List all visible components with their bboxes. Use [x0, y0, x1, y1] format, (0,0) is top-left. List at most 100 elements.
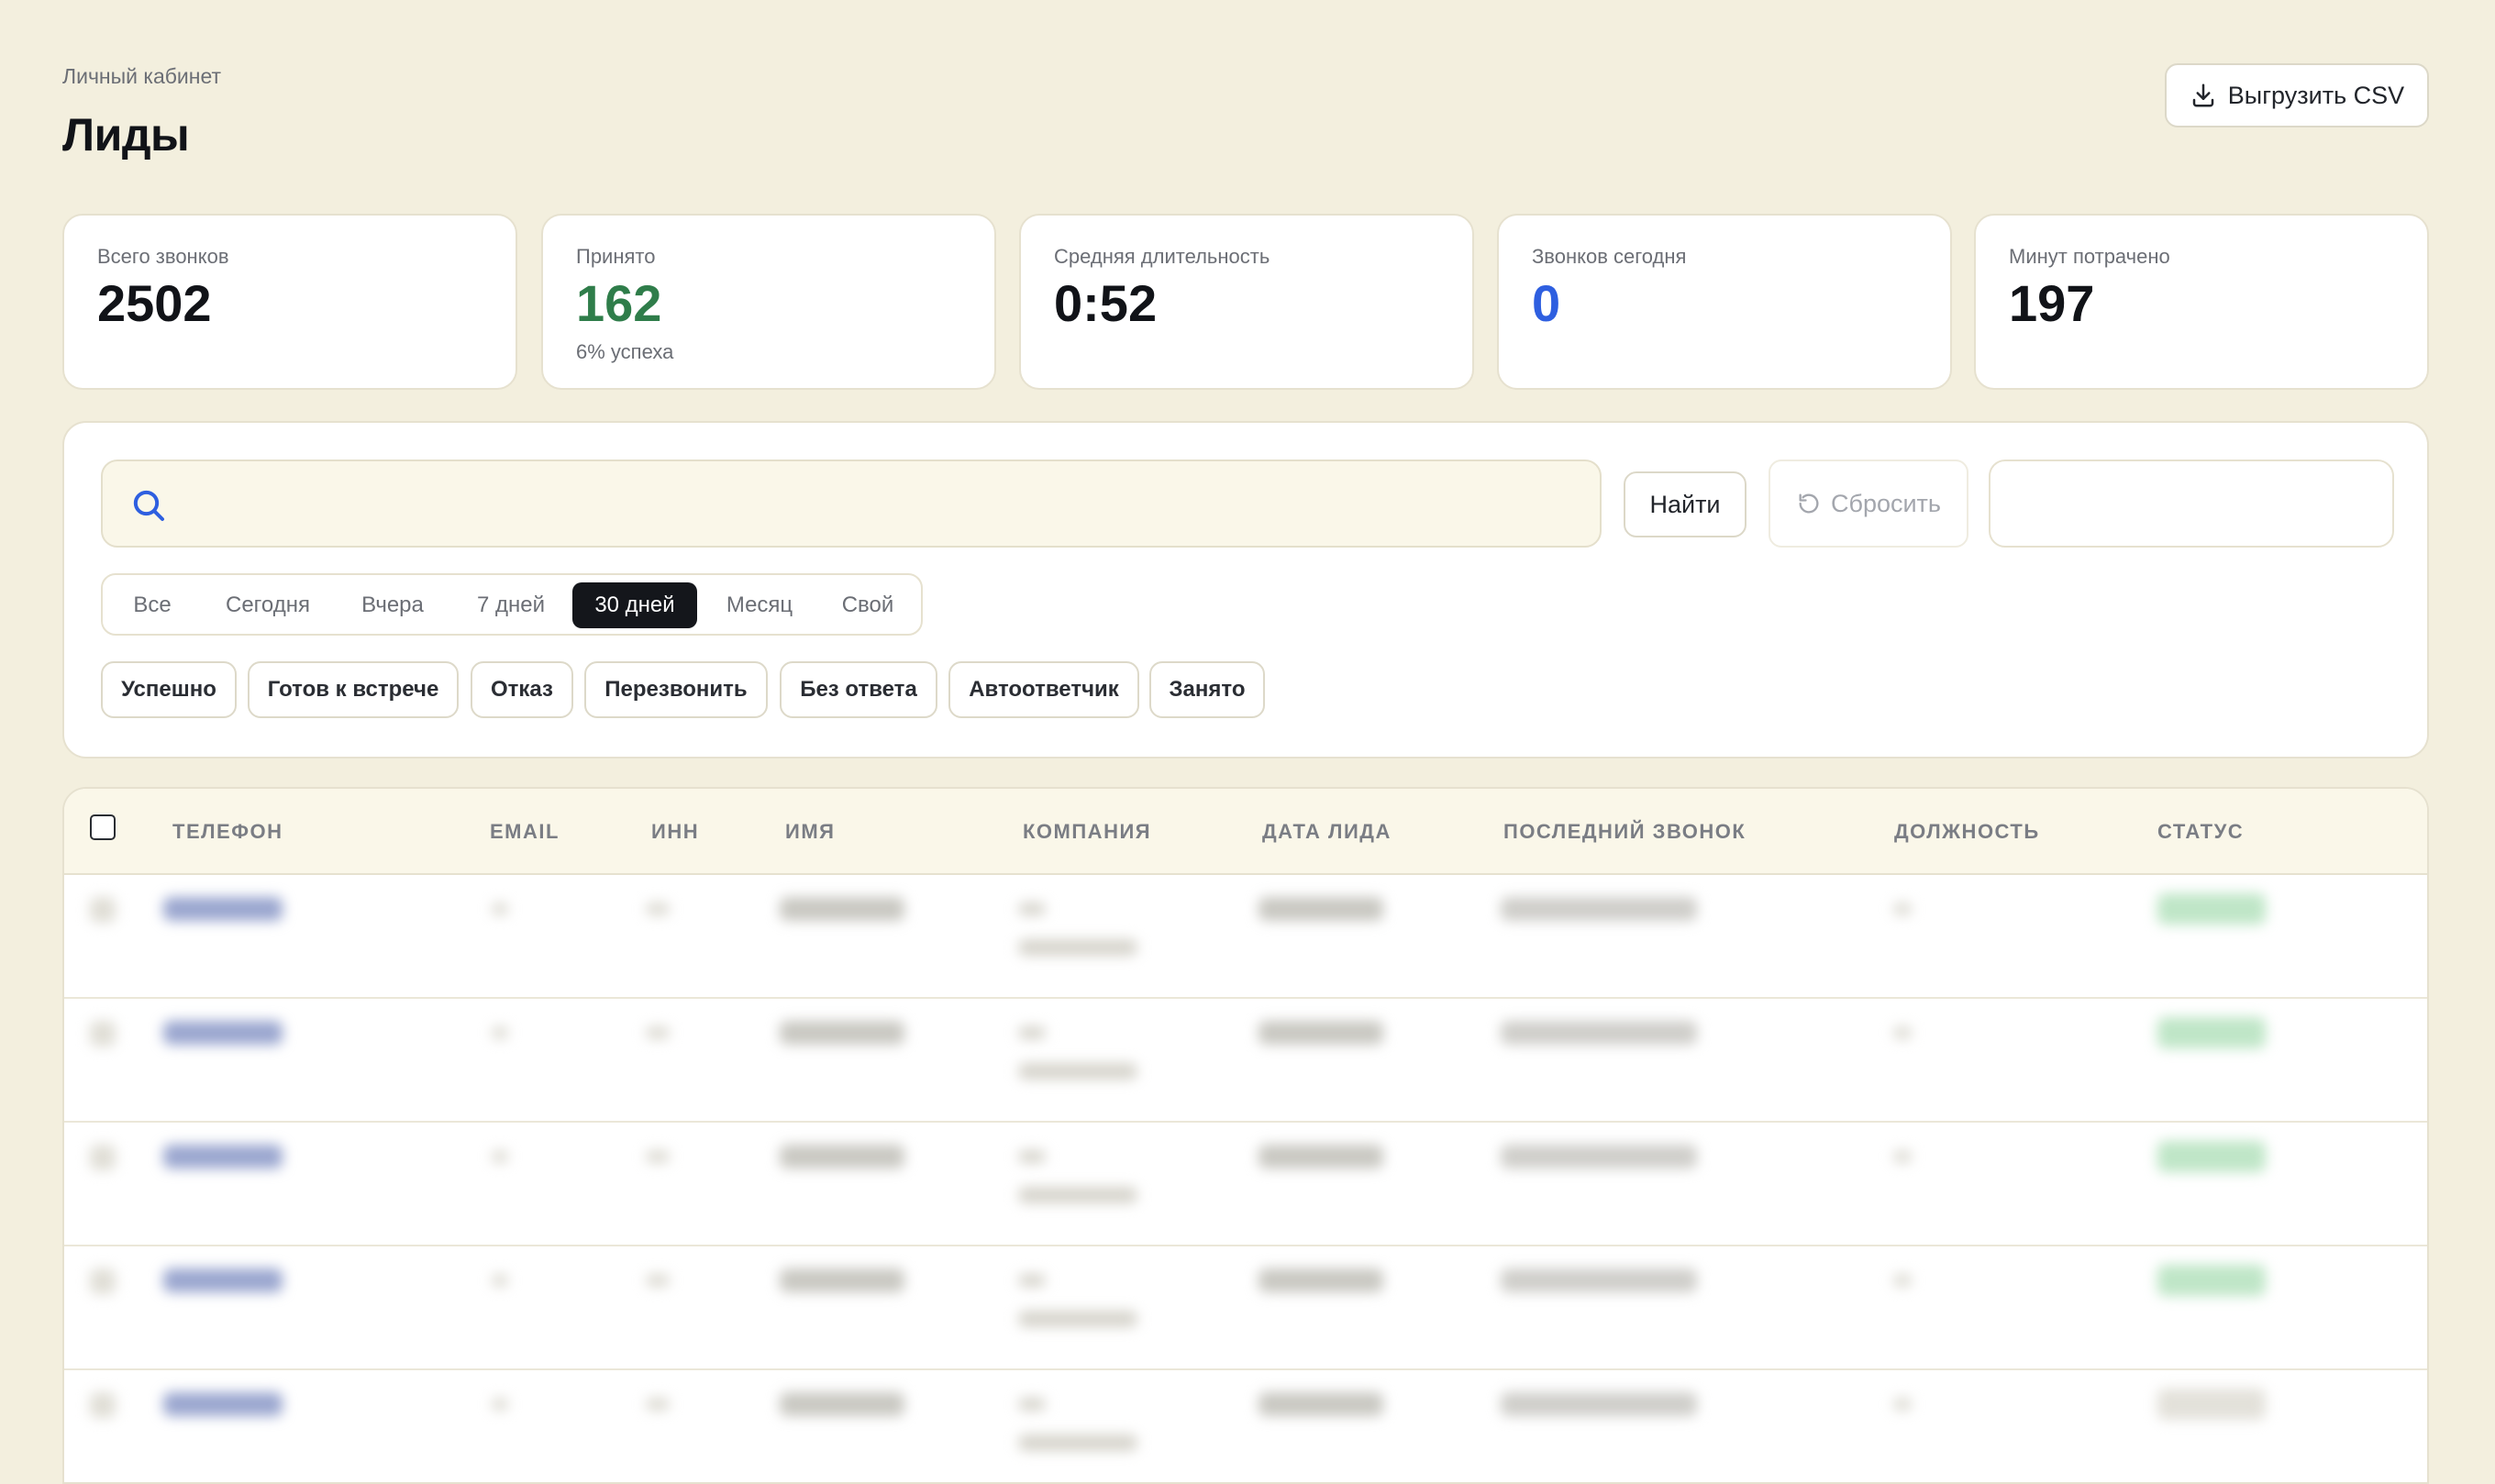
- redacted-cell: [1259, 1021, 1383, 1045]
- table-row[interactable]: [64, 1368, 2427, 1482]
- status-chip-busy[interactable]: Занято: [1149, 661, 1265, 718]
- redacted-cell: [780, 1145, 904, 1168]
- period-all[interactable]: Все: [110, 582, 194, 628]
- status-chip-call-back[interactable]: Перезвонить: [584, 661, 768, 718]
- date-range-field[interactable]: [1989, 460, 2394, 548]
- stat-card-total-calls: Всего звонков 2502: [62, 214, 517, 390]
- row-checkbox-redacted[interactable]: [90, 1268, 116, 1294]
- redacted-cell: [1259, 1145, 1383, 1168]
- search-input[interactable]: [185, 461, 1583, 548]
- breadcrumb: Личный кабинет: [62, 64, 222, 88]
- redacted-cell: [1501, 1145, 1697, 1168]
- redacted-cell: [492, 1398, 508, 1411]
- table-header: ТЕЛЕФОН EMAIL ИНН ИМЯ КОМПАНИЯ ДАТА ЛИДА…: [64, 789, 2427, 875]
- period-custom[interactable]: Свой: [822, 582, 914, 628]
- status-chip-answering-machine[interactable]: Автоответчик: [948, 661, 1139, 718]
- redacted-cell: [1018, 903, 1046, 915]
- redacted-cell: [1501, 1268, 1697, 1292]
- row-checkbox-redacted[interactable]: [90, 897, 116, 923]
- refresh-icon: [1799, 493, 1819, 514]
- redacted-cell: [163, 1145, 283, 1168]
- redacted-cell: [1018, 1274, 1046, 1287]
- column-status[interactable]: СТАТУС: [2157, 820, 2244, 844]
- export-csv-button[interactable]: Выгрузить CSV: [2165, 63, 2429, 127]
- stat-card-minutes-spent: Минут потрачено 197: [1974, 214, 2429, 390]
- stat-label: Минут потрачено: [2009, 245, 2170, 268]
- redacted-cell: [2157, 893, 2266, 925]
- redacted-cell: [1259, 897, 1383, 921]
- column-email[interactable]: EMAIL: [490, 820, 560, 844]
- redacted-cell: [646, 1026, 670, 1039]
- column-company[interactable]: КОМПАНИЯ: [1023, 820, 1151, 844]
- column-last-call[interactable]: ПОСЛЕДНИЙ ЗВОНОК: [1503, 820, 1746, 844]
- table-row[interactable]: [64, 1121, 2427, 1246]
- period-30-days[interactable]: 30 дней: [572, 582, 697, 628]
- redacted-cell: [163, 897, 283, 921]
- stat-value: 0: [1532, 274, 1561, 332]
- row-checkbox-redacted[interactable]: [90, 1392, 116, 1418]
- column-inn[interactable]: ИНН: [651, 820, 699, 844]
- redacted-cell: [1259, 1268, 1383, 1292]
- redacted-cell: [1501, 1021, 1697, 1045]
- row-checkbox-redacted[interactable]: [90, 1145, 116, 1170]
- redacted-cell: [2157, 1265, 2266, 1296]
- redacted-cell: [1018, 1187, 1137, 1203]
- period-today[interactable]: Сегодня: [204, 582, 332, 628]
- status-chip-ready-to-meet[interactable]: Готов к встрече: [248, 661, 459, 718]
- leads-page: Личный кабинет Лиды Выгрузить CSV Всего …: [0, 0, 2495, 1484]
- stat-card-calls-today: Звонков сегодня 0: [1497, 214, 1952, 390]
- redacted-cell: [780, 897, 904, 921]
- find-button[interactable]: Найти: [1624, 471, 1746, 537]
- table-row[interactable]: [64, 873, 2427, 999]
- redacted-cell: [780, 1021, 904, 1045]
- redacted-cell: [646, 1398, 670, 1411]
- redacted-cell: [1018, 939, 1137, 956]
- redacted-cell: [163, 1392, 283, 1416]
- redacted-cell: [646, 1150, 670, 1163]
- column-position[interactable]: ДОЛЖНОСТЬ: [1894, 820, 2040, 844]
- redacted-cell: [780, 1268, 904, 1292]
- search-box[interactable]: [101, 460, 1602, 548]
- search-icon: [133, 490, 164, 521]
- redacted-cell: [1018, 1026, 1046, 1039]
- download-icon: [2192, 83, 2214, 107]
- column-lead-date[interactable]: ДАТА ЛИДА: [1262, 820, 1392, 844]
- period-7-days[interactable]: 7 дней: [455, 582, 567, 628]
- row-checkbox-redacted[interactable]: [90, 1021, 116, 1047]
- status-chip-success[interactable]: Успешно: [101, 661, 237, 718]
- redacted-cell: [1893, 1026, 1912, 1039]
- stat-label: Средняя длительность: [1054, 245, 1270, 268]
- stat-card-accepted: Принято 162 6% успеха: [541, 214, 996, 390]
- stat-value: 197: [2009, 274, 2095, 332]
- export-csv-label: Выгрузить CSV: [2227, 81, 2405, 109]
- leads-table: ТЕЛЕФОН EMAIL ИНН ИМЯ КОМПАНИЯ ДАТА ЛИДА…: [62, 787, 2429, 1484]
- redacted-cell: [163, 1021, 283, 1045]
- stat-value: 0:52: [1054, 274, 1158, 332]
- redacted-cell: [646, 1274, 670, 1287]
- column-phone[interactable]: ТЕЛЕФОН: [172, 820, 283, 844]
- redacted-cell: [1501, 897, 1697, 921]
- column-name[interactable]: ИМЯ: [785, 820, 835, 844]
- redacted-cell: [2157, 1389, 2266, 1420]
- redacted-cell: [1501, 1392, 1697, 1416]
- table-row[interactable]: [64, 1245, 2427, 1370]
- redacted-cell: [1893, 1274, 1912, 1287]
- stat-value: 2502: [97, 274, 212, 332]
- redacted-cell: [1893, 903, 1912, 915]
- stat-value: 162: [576, 274, 662, 332]
- stat-label: Всего звонков: [97, 245, 229, 268]
- reset-button[interactable]: Сбросить: [1769, 460, 1968, 548]
- redacted-cell: [2157, 1017, 2266, 1048]
- stat-label: Принято: [576, 245, 656, 268]
- redacted-cell: [780, 1392, 904, 1416]
- table-row[interactable]: [64, 997, 2427, 1123]
- period-yesterday[interactable]: Вчера: [343, 582, 442, 628]
- redacted-cell: [1018, 1311, 1137, 1327]
- status-chip-no-answer[interactable]: Без ответа: [780, 661, 937, 718]
- status-chip-refusal[interactable]: Отказ: [471, 661, 573, 718]
- period-month[interactable]: Месяц: [708, 582, 811, 628]
- redacted-cell: [492, 1026, 508, 1039]
- select-all-checkbox[interactable]: [90, 814, 116, 840]
- redacted-cell: [492, 1150, 508, 1163]
- stat-subtext: 6% успеха: [576, 340, 674, 363]
